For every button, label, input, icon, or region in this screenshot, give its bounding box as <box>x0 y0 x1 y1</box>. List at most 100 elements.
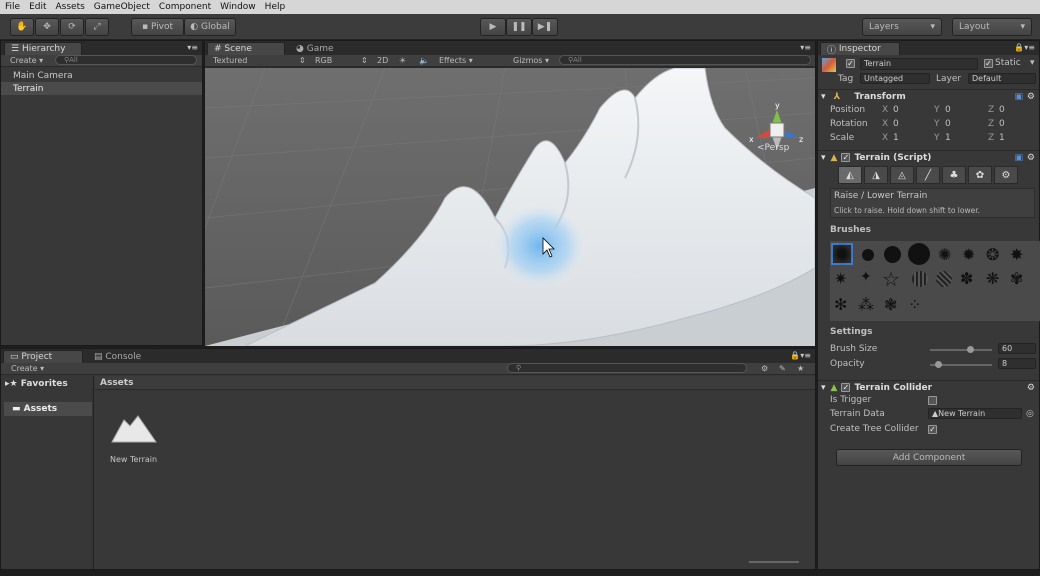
brush-item[interactable]: ✾ <box>1010 269 1023 288</box>
hierarchy-search-input[interactable]: ⚲All <box>55 55 197 65</box>
paint-height-tool[interactable]: ◮ <box>864 166 888 184</box>
place-trees-tool[interactable]: ♣ <box>942 166 966 184</box>
brush-item[interactable]: ✻ <box>834 295 847 314</box>
brush-item[interactable] <box>936 271 952 287</box>
panel-menu-icon[interactable]: 🔒▾≡ <box>790 351 811 360</box>
object-picker-icon[interactable]: ◎ <box>1026 409 1034 419</box>
terrain-script-header[interactable]: ▾ ▲ ✓ Terrain (Script) ▣ ⚙ <box>818 150 1039 164</box>
brush-item[interactable]: ❋ <box>986 269 999 288</box>
terrain-settings-tool[interactable]: ⚙ <box>994 166 1018 184</box>
persp-label[interactable]: <Persp <box>757 143 790 153</box>
rgb-dropdown[interactable]: RGB <box>315 56 332 65</box>
scene-viewport[interactable]: y x z <Persp <box>205 68 815 346</box>
transform-header[interactable]: ▾ ⅄ Transform ▣ ⚙ <box>818 89 1039 103</box>
panel-menu-icon[interactable]: ▾≡ <box>800 43 811 52</box>
icon-size-slider[interactable] <box>749 561 799 563</box>
brush-item[interactable] <box>862 249 874 261</box>
brush-item[interactable]: ✺ <box>938 245 951 264</box>
gizmos-dropdown[interactable]: Gizmos ▾ <box>513 56 549 65</box>
opacity-slider[interactable] <box>930 361 992 368</box>
brush-item[interactable]: ✷ <box>834 269 847 288</box>
rotation-x-field[interactable]: 0 <box>893 119 899 129</box>
paint-details-tool[interactable]: ✿ <box>968 166 992 184</box>
menu-edit[interactable]: Edit <box>29 2 46 12</box>
step-button[interactable]: ▶❚ <box>532 18 558 36</box>
scale-tool-button[interactable]: ⤢ <box>85 18 109 36</box>
collider-enabled-checkbox[interactable]: ✓ <box>841 383 851 392</box>
active-checkbox[interactable]: ✓ <box>846 59 855 68</box>
filter-by-label-icon[interactable]: ✎ <box>779 364 786 373</box>
brush-item[interactable] <box>884 246 901 263</box>
chevron-down-icon[interactable]: ▾ <box>1030 58 1035 68</box>
brush-item[interactable]: ✸ <box>1010 245 1023 264</box>
paint-texture-tool[interactable]: ╱ <box>916 166 940 184</box>
tab-hierarchy[interactable]: ☰ Hierarchy <box>4 42 82 55</box>
brush-size-slider[interactable] <box>930 346 992 353</box>
scale-z-field[interactable]: 1 <box>999 133 1005 143</box>
brush-item[interactable]: ❂ <box>986 245 999 264</box>
brush-size-slider-thumb[interactable] <box>967 346 974 353</box>
project-create-button[interactable]: Create ▾ <box>11 364 44 373</box>
tab-game[interactable]: ◕ Game <box>289 42 349 55</box>
smooth-height-tool[interactable]: ◬ <box>890 166 914 184</box>
move-tool-button[interactable]: ✥ <box>35 18 59 36</box>
reference-book-icon[interactable]: ▣ <box>1014 153 1023 163</box>
scale-x-field[interactable]: 1 <box>893 133 899 143</box>
tab-project[interactable]: ▭ Project <box>3 350 83 363</box>
position-x-field[interactable]: 0 <box>893 105 899 115</box>
add-component-button[interactable]: Add Component <box>836 449 1022 466</box>
brush-item[interactable]: ☆ <box>882 267 900 291</box>
effects-dropdown[interactable]: Effects ▾ <box>439 56 473 65</box>
brush-item[interactable] <box>912 271 928 287</box>
layout-dropdown[interactable]: Layout ▾ <box>952 18 1032 36</box>
hierarchy-create-button[interactable]: Create ▾ <box>10 56 43 65</box>
menu-assets[interactable]: Assets <box>56 2 85 12</box>
project-search-input[interactable]: ⚲ <box>507 363 747 373</box>
layer-dropdown[interactable]: Default <box>968 73 1036 84</box>
panel-menu-icon[interactable]: 🔒▾≡ <box>1014 43 1035 52</box>
brush-item[interactable]: ✹ <box>962 245 975 264</box>
panel-menu-icon[interactable]: ▾≡ <box>187 43 198 52</box>
favorite-star-icon[interactable]: ★ <box>797 364 804 373</box>
menu-gameobject[interactable]: GameObject <box>94 2 150 12</box>
rotation-z-field[interactable]: 0 <box>999 119 1005 129</box>
raise-lower-tool[interactable]: ◭ <box>838 166 862 184</box>
create-tree-collider-checkbox[interactable]: ✓ <box>928 425 937 434</box>
audio-toggle-icon[interactable]: 🔈 <box>419 56 429 65</box>
settings-gear-icon[interactable]: ⚙ <box>1027 153 1035 163</box>
layers-dropdown[interactable]: Layers ▾ <box>862 18 942 36</box>
rotation-y-field[interactable]: 0 <box>945 119 951 129</box>
terrain-enabled-checkbox[interactable]: ✓ <box>841 153 851 162</box>
terrain-data-field[interactable]: ▲New Terrain <box>928 408 1022 419</box>
brush-item[interactable]: ✽ <box>960 269 973 288</box>
play-button[interactable]: ▶ <box>480 18 506 36</box>
object-name-field[interactable]: Terrain <box>860 58 978 70</box>
settings-gear-icon[interactable]: ⚙ <box>1027 383 1035 393</box>
global-button[interactable]: ◐ Global <box>184 18 236 36</box>
hand-tool-button[interactable]: ✋ <box>10 18 34 36</box>
favorites-item[interactable]: ▸★ Favorites <box>5 379 68 389</box>
filter-by-type-icon[interactable]: ⚙ <box>761 364 768 373</box>
brush-item[interactable] <box>908 243 930 265</box>
opacity-field[interactable]: 8 <box>998 358 1036 369</box>
brush-item[interactable]: ✦ <box>860 269 872 285</box>
brush-item[interactable]: ⁂ <box>858 295 874 314</box>
asset-new-terrain[interactable]: New Terrain <box>105 409 165 469</box>
opacity-slider-thumb[interactable] <box>935 361 942 368</box>
settings-gear-icon[interactable]: ⚙ <box>1027 92 1035 102</box>
brush-item[interactable]: ⁘ <box>908 295 921 314</box>
position-z-field[interactable]: 0 <box>999 105 1005 115</box>
rotate-tool-button[interactable]: ⟳ <box>60 18 84 36</box>
tag-dropdown[interactable]: Untagged <box>860 73 930 84</box>
menu-help[interactable]: Help <box>265 2 286 12</box>
menu-window[interactable]: Window <box>220 2 256 12</box>
scene-search-input[interactable]: ⚲All <box>559 55 811 65</box>
menu-file[interactable]: File <box>5 2 20 12</box>
tab-console[interactable]: ▤ Console <box>87 350 157 363</box>
shading-dropdown[interactable]: Textured <box>213 56 247 65</box>
reference-book-icon[interactable]: ▣ <box>1014 92 1023 102</box>
tab-scene[interactable]: # Scene <box>207 42 285 55</box>
position-y-field[interactable]: 0 <box>945 105 951 115</box>
static-checkbox[interactable]: ✓ <box>984 59 993 68</box>
terrain-collider-header[interactable]: ▾ ▲ ✓ Terrain Collider ⚙ <box>818 380 1039 394</box>
